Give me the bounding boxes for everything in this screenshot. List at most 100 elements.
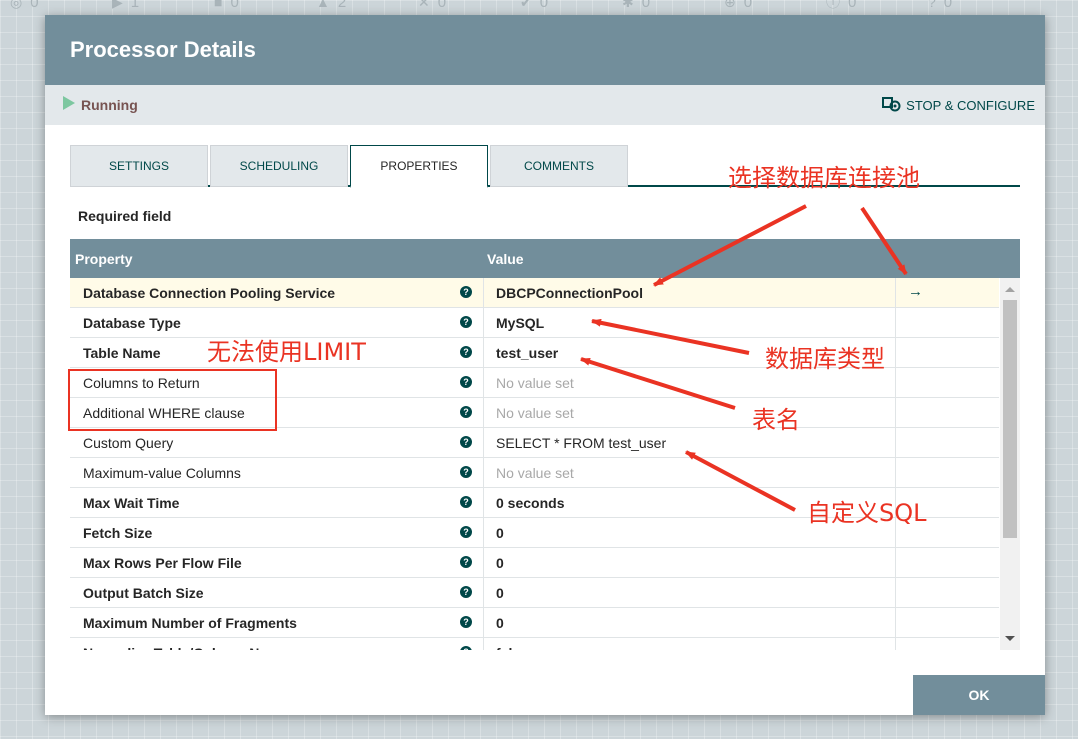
table-row[interactable]: Database Connection Pooling Service? DBCP… (70, 278, 999, 308)
status-item: ✱ 0 (622, 0, 724, 11)
table-row[interactable]: Additional WHERE clause? No value set (70, 398, 999, 428)
property-name: Columns to Return (83, 375, 200, 391)
scroll-thumb[interactable] (1003, 300, 1017, 538)
status-count: 0 (30, 0, 39, 11)
table-row[interactable]: Maximum Number of Fragments? 0 (70, 608, 999, 638)
table-row[interactable]: Normalize Table/Column Names? false (70, 638, 999, 650)
column-divider (483, 338, 484, 368)
tab-bar: SETTINGS SCHEDULING PROPERTIES COMMENTS (70, 145, 1020, 188)
column-divider (483, 548, 484, 578)
run-state: Running (63, 96, 138, 113)
property-value[interactable]: No value set (496, 465, 574, 481)
help-icon[interactable]: ? (460, 406, 472, 418)
table-row[interactable]: Table Name? test_user (70, 338, 999, 368)
column-divider (483, 578, 484, 608)
tab-comments[interactable]: COMMENTS (490, 145, 628, 187)
status-count: 0 (437, 0, 447, 11)
processor-status-bar: Running STOP & CONFIGURE (45, 85, 1045, 125)
column-divider (895, 428, 896, 458)
column-divider (895, 308, 896, 338)
status-item: ◎ 0 (10, 0, 112, 11)
column-divider (895, 368, 896, 398)
property-value[interactable]: 0 (496, 585, 504, 601)
scroll-up-arrow-icon[interactable] (1005, 287, 1015, 292)
upload-icon: ⊕ (724, 0, 736, 10)
table-row[interactable]: Custom Query? SELECT * FROM test_user (70, 428, 999, 458)
help-icon[interactable]: ? (460, 316, 472, 328)
property-value[interactable]: DBCPConnectionPool (496, 285, 643, 301)
help-icon[interactable]: ? (460, 466, 472, 478)
warning-icon: ▲ (316, 0, 330, 10)
check-icon: ✔ (520, 0, 532, 10)
run-state-label: Running (81, 97, 138, 113)
property-name: Database Type (83, 315, 181, 331)
table-header: Property Value (70, 239, 1020, 278)
go-to-service-arrow-icon[interactable]: → (908, 283, 923, 300)
help-icon[interactable]: ? (460, 616, 472, 628)
property-value[interactable]: No value set (496, 375, 574, 391)
status-item: ⊕ 0 (724, 0, 826, 11)
status-strip: ◎ 0 ▶ 1 ■ 0 ▲ 2 ✕ 0 ✔ 0 ✱ 0 ⊕ 0 ⓘ 0? 0 (0, 0, 1078, 14)
help-icon[interactable]: ? (460, 586, 472, 598)
play-icon (63, 96, 75, 110)
table-scrollbar[interactable] (1000, 278, 1020, 650)
help-icon[interactable]: ? (460, 436, 472, 448)
tab-label: SETTINGS (108, 159, 169, 173)
help-icon[interactable]: ? (460, 376, 472, 388)
scroll-down-arrow-icon[interactable] (1005, 636, 1015, 641)
help-icon[interactable]: ? (460, 526, 472, 538)
status-item: ▲ 2 (316, 0, 418, 11)
property-value[interactable]: 0 seconds (496, 495, 564, 511)
property-value[interactable]: false (496, 645, 528, 650)
property-value[interactable]: 0 (496, 555, 504, 571)
help-icon[interactable]: ? (460, 556, 472, 568)
info-icon: ⓘ (826, 0, 840, 10)
tab-scheduling[interactable]: SCHEDULING (210, 145, 348, 187)
stop-icon: ■ (214, 0, 223, 10)
column-divider (483, 278, 484, 308)
column-divider (483, 458, 484, 488)
stop-configure-button[interactable]: STOP & CONFIGURE (882, 97, 1035, 113)
tab-properties[interactable]: PROPERTIES (350, 145, 488, 188)
help-icon[interactable]: ? (460, 346, 472, 358)
table-row[interactable]: Max Wait Time? 0 seconds (70, 488, 999, 518)
property-value[interactable]: test_user (496, 345, 558, 361)
table-row[interactable]: Output Batch Size? 0 (70, 578, 999, 608)
table-row[interactable]: Fetch Size? 0 (70, 518, 999, 548)
property-value[interactable]: 0 (496, 525, 504, 541)
ok-button[interactable]: OK (913, 675, 1045, 715)
column-divider (895, 578, 896, 608)
property-value[interactable]: MySQL (496, 315, 544, 331)
table-row[interactable]: Maximum-value Columns? No value set (70, 458, 999, 488)
help-icon[interactable]: ? (460, 496, 472, 508)
properties-table: Property Value Database Connection Pooli… (70, 239, 1020, 650)
help-icon[interactable]: ? (460, 286, 472, 298)
stop-configure-icon (882, 97, 901, 112)
required-field-label: Required field (78, 208, 172, 224)
column-divider (483, 638, 484, 650)
table-row[interactable]: Columns to Return? No value set (70, 368, 999, 398)
property-name: Fetch Size (83, 525, 153, 541)
property-name: Max Rows Per Flow File (83, 555, 242, 571)
column-divider (483, 518, 484, 548)
status-count: 0 (641, 0, 651, 11)
status-item: ✔ 0 (520, 0, 622, 11)
tab-label: COMMENTS (524, 159, 594, 173)
property-name: Maximum Number of Fragments (83, 615, 297, 631)
tab-settings[interactable]: SETTINGS (70, 145, 208, 187)
column-divider (483, 368, 484, 398)
dialog-header: Processor Details (45, 15, 1045, 85)
disabled-icon: ✕ (418, 0, 430, 10)
table-row[interactable]: Max Rows Per Flow File? 0 (70, 548, 999, 578)
help-icon[interactable]: ? (460, 646, 472, 650)
table-rows: Database Connection Pooling Service? DBCP… (70, 278, 1020, 650)
property-value[interactable]: SELECT * FROM test_user (496, 435, 666, 451)
table-row[interactable]: Database Type? MySQL (70, 308, 999, 338)
property-value[interactable]: No value set (496, 405, 574, 421)
property-name: Max Wait Time (83, 495, 180, 511)
property-value[interactable]: 0 (496, 615, 504, 631)
status-count: 0 (848, 0, 857, 11)
tab-label: PROPERTIES (380, 159, 458, 173)
status-count: 0 (943, 0, 953, 11)
column-divider (895, 638, 896, 650)
